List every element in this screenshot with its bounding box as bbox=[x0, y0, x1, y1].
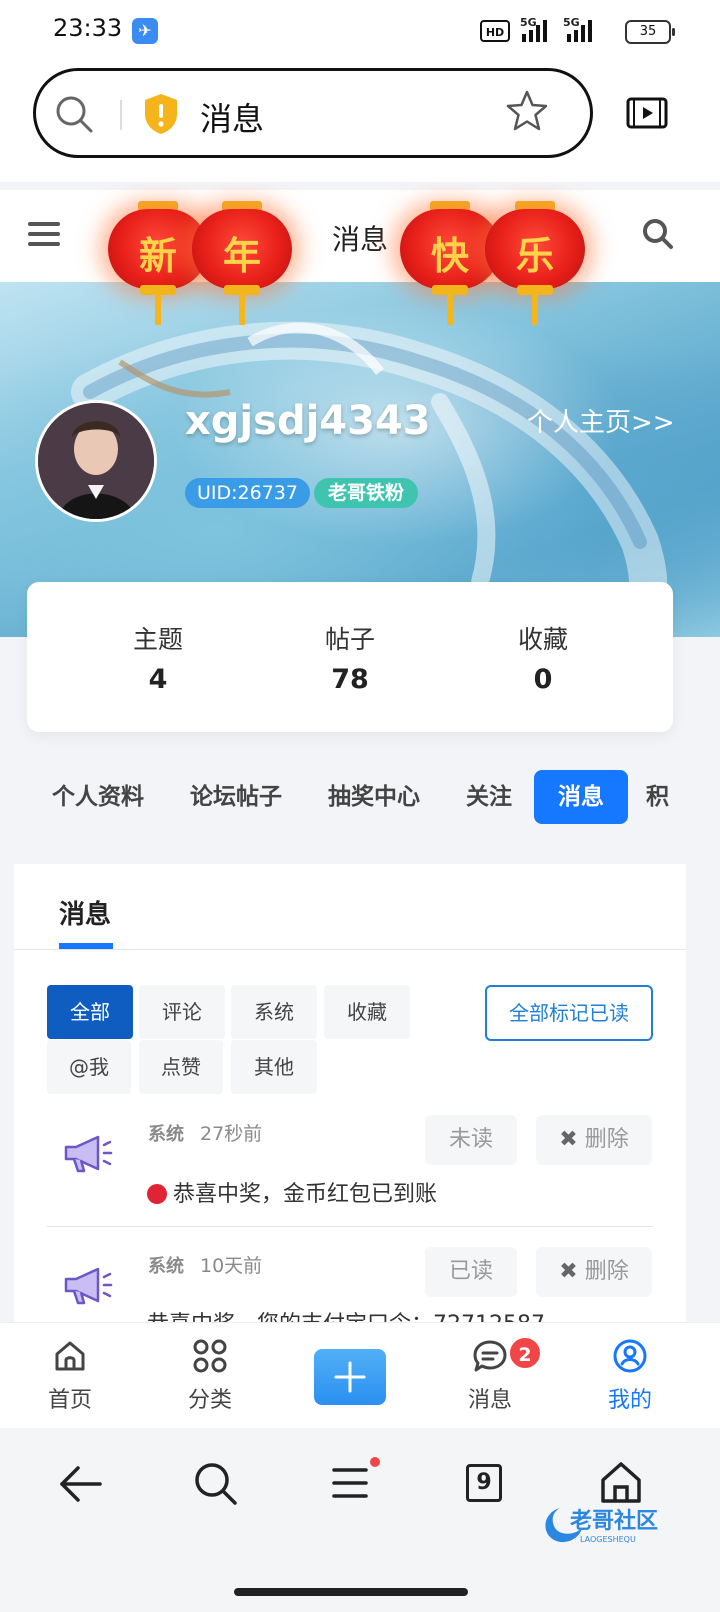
filter-favorites[interactable]: 收藏 bbox=[324, 985, 410, 1039]
site-search-icon[interactable] bbox=[642, 218, 674, 250]
grid-icon bbox=[193, 1339, 227, 1373]
nav-label: 首页 bbox=[47, 1388, 92, 1413]
filter-likes[interactable]: 点赞 bbox=[139, 1040, 223, 1094]
browser-home-icon[interactable] bbox=[598, 1460, 644, 1504]
chat-icon bbox=[473, 1340, 507, 1372]
unread-dot bbox=[147, 1184, 167, 1204]
status-time: 23:33 bbox=[53, 14, 123, 42]
tab-points[interactable]: 积 bbox=[646, 770, 669, 824]
lantern-char: 乐 bbox=[515, 234, 554, 278]
message-text[interactable]: 恭喜中奖，金币红包已到账 bbox=[147, 1176, 437, 1208]
megaphone-icon bbox=[64, 1267, 113, 1305]
tab-follow[interactable]: 关注 bbox=[466, 770, 512, 824]
lantern-decoration: 乐 bbox=[485, 195, 585, 325]
lantern-char: 年 bbox=[222, 234, 261, 278]
shield-warning-icon[interactable] bbox=[142, 92, 180, 136]
tab-profile[interactable]: 个人资料 bbox=[52, 770, 144, 824]
message-text-content: 恭喜中奖，金币红包已到账 bbox=[173, 1182, 438, 1207]
avatar-image bbox=[38, 403, 154, 519]
address-divider bbox=[120, 100, 122, 130]
nav-home[interactable]: 首页 bbox=[25, 1338, 115, 1414]
stat-favorites[interactable]: 收藏 0 bbox=[473, 620, 613, 695]
video-icon[interactable] bbox=[626, 96, 668, 130]
nav-categories[interactable]: 分类 bbox=[165, 1338, 255, 1414]
watermark-text: 老哥社区 bbox=[569, 1508, 658, 1534]
stat-topics[interactable]: 主题 4 bbox=[88, 620, 228, 695]
filter-system[interactable]: 系统 bbox=[231, 985, 317, 1039]
message-type: 系统 bbox=[148, 1256, 184, 1277]
filter-all[interactable]: 全部 bbox=[47, 985, 133, 1039]
close-icon: ✖ bbox=[559, 1259, 578, 1284]
message-divider bbox=[47, 1226, 653, 1227]
message-text[interactable]: 恭喜中奖，您的支付宝口令：72712587 bbox=[147, 1306, 545, 1322]
stat-label: 收藏 bbox=[517, 625, 568, 654]
read-button[interactable]: 已读 bbox=[425, 1247, 517, 1297]
megaphone-icon bbox=[64, 1135, 113, 1173]
app-notification-icon: ✈ bbox=[132, 18, 158, 44]
browser-search-icon[interactable] bbox=[193, 1461, 239, 1507]
nav-label: 消息 bbox=[467, 1388, 512, 1413]
tab-messages[interactable]: 消息 bbox=[534, 770, 628, 824]
username: xgjsdj4343 bbox=[185, 398, 431, 444]
stat-value: 0 bbox=[533, 664, 553, 695]
message-time: 10天前 bbox=[200, 1255, 263, 1277]
avatar[interactable] bbox=[35, 400, 157, 522]
stat-label: 主题 bbox=[132, 625, 183, 654]
home-icon bbox=[55, 1341, 85, 1371]
back-icon[interactable] bbox=[56, 1464, 104, 1504]
filter-other[interactable]: 其他 bbox=[231, 1040, 317, 1094]
fan-badge: 老哥铁粉 bbox=[314, 478, 419, 508]
message-count-badge: 2 bbox=[508, 1336, 542, 1370]
hd-label: HD bbox=[486, 26, 504, 39]
home-indicator[interactable] bbox=[234, 1588, 468, 1596]
nav-label: 分类 bbox=[187, 1388, 232, 1413]
panel-divider bbox=[14, 949, 686, 950]
signal-icon-2 bbox=[567, 20, 592, 42]
lantern-decoration: 年 bbox=[192, 195, 292, 325]
unread-button[interactable]: 未读 bbox=[425, 1115, 517, 1165]
uid-badge: UID:26737 bbox=[185, 478, 310, 508]
delete-label: 删除 bbox=[584, 1127, 629, 1152]
stat-posts[interactable]: 帖子 78 bbox=[280, 620, 420, 695]
site-watermark-logo: 老哥社区 LAOGESHEQU bbox=[545, 1508, 658, 1544]
tabs-count-button[interactable]: 9 bbox=[466, 1464, 502, 1502]
star-icon[interactable] bbox=[504, 89, 550, 133]
plus-icon bbox=[334, 1361, 366, 1393]
message-time: 27秒前 bbox=[200, 1123, 263, 1145]
create-post-button[interactable] bbox=[314, 1349, 386, 1405]
battery-icon: 35 bbox=[625, 20, 675, 44]
delete-button[interactable]: ✖ 删除 bbox=[536, 1247, 652, 1297]
nav-label: 我的 bbox=[607, 1388, 652, 1413]
stat-label: 帖子 bbox=[324, 625, 375, 654]
signal-icon bbox=[522, 20, 547, 42]
close-icon: ✖ bbox=[559, 1127, 578, 1152]
user-icon bbox=[613, 1339, 647, 1373]
mark-all-read-button[interactable]: 全部标记已读 bbox=[485, 985, 653, 1041]
panel-title: 消息 bbox=[59, 900, 112, 930]
browser-menu-icon[interactable] bbox=[330, 1456, 382, 1504]
delete-label: 删除 bbox=[584, 1259, 629, 1284]
homepage-link[interactable]: 个人主页>> bbox=[527, 402, 675, 439]
filter-mentions[interactable]: @我 bbox=[47, 1040, 131, 1094]
tab-forum-posts[interactable]: 论坛帖子 bbox=[190, 770, 282, 824]
message-type: 系统 bbox=[148, 1124, 184, 1145]
filter-comments[interactable]: 评论 bbox=[139, 985, 225, 1039]
address-text[interactable]: 消息 bbox=[200, 94, 264, 140]
delete-button[interactable]: ✖ 删除 bbox=[536, 1115, 652, 1165]
search-icon[interactable] bbox=[54, 94, 94, 134]
watermark-subtext: LAOGESHEQU bbox=[580, 1535, 636, 1544]
stat-value: 4 bbox=[148, 664, 168, 695]
hd-icon: HD bbox=[480, 20, 510, 42]
stat-value: 78 bbox=[331, 664, 369, 695]
tab-lottery[interactable]: 抽奖中心 bbox=[328, 770, 420, 824]
nav-me[interactable]: 我的 bbox=[585, 1338, 675, 1414]
